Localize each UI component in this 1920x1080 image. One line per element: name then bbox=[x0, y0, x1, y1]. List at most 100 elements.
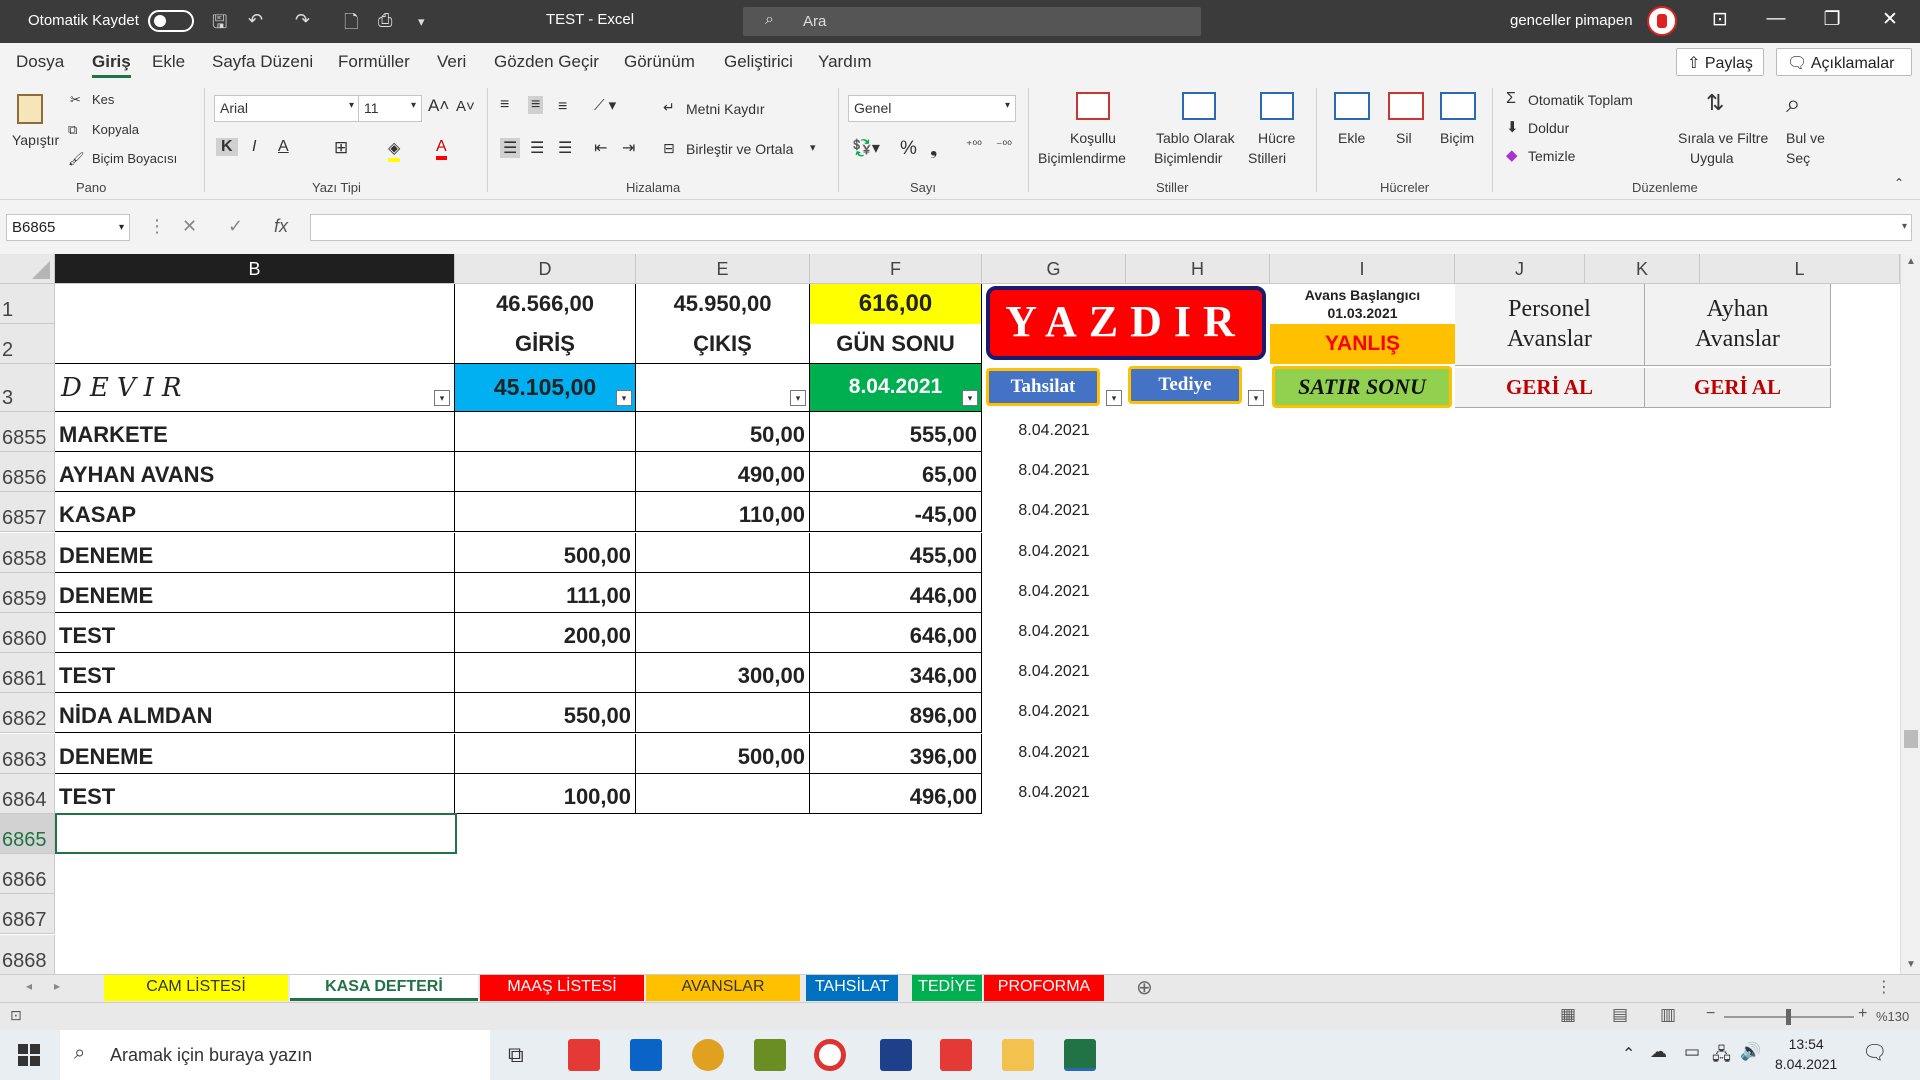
avatar[interactable] bbox=[1647, 6, 1677, 36]
sort-filter-label-1[interactable]: Sırala ve Filtre bbox=[1678, 130, 1768, 146]
zoom-slider[interactable] bbox=[1724, 1009, 1854, 1025]
cell-styles-label-2[interactable]: Stilleri bbox=[1248, 150, 1286, 166]
font-name-select[interactable]: Arial ▾ bbox=[214, 95, 360, 122]
cell-e[interactable] bbox=[636, 693, 810, 733]
increase-decimal-icon[interactable]: ⁺⁰⁰ bbox=[966, 138, 982, 152]
cell-d[interactable] bbox=[455, 412, 636, 452]
new-document-icon[interactable]: 🗋 bbox=[344, 10, 358, 40]
user-name[interactable]: genceller pimapen bbox=[1510, 12, 1633, 29]
row-header[interactable]: 6861 bbox=[0, 653, 55, 693]
cell-f1[interactable]: 616,00 bbox=[810, 284, 982, 324]
cell-f[interactable]: 346,00 bbox=[810, 653, 982, 693]
cell-g-date[interactable]: 8.04.2021 bbox=[982, 422, 1126, 440]
scroll-thumb[interactable] bbox=[1904, 730, 1918, 748]
delete-cells-icon[interactable] bbox=[1388, 92, 1424, 120]
zoom-level[interactable]: %130 bbox=[1876, 1009, 1909, 1024]
battery-icon[interactable]: ▭ bbox=[1684, 1042, 1700, 1062]
gg-app-icon[interactable] bbox=[568, 1039, 600, 1071]
collapse-ribbon-icon[interactable]: ⌃ bbox=[1894, 176, 1904, 190]
tab-veri[interactable]: Veri bbox=[437, 52, 466, 72]
cell-b[interactable]: TEST bbox=[55, 774, 455, 814]
normal-view-icon[interactable]: ▦ bbox=[1560, 1005, 1576, 1025]
sort-filter-icon[interactable]: ⇅ bbox=[1706, 90, 1724, 116]
cell-e1[interactable]: 45.950,00 bbox=[636, 284, 810, 324]
cell-g-date[interactable]: 8.04.2021 bbox=[982, 703, 1126, 721]
cell-d[interactable] bbox=[455, 492, 636, 532]
app-balls-icon[interactable] bbox=[692, 1039, 724, 1071]
personel-avanslar-button[interactable]: Personel Avanslar bbox=[1455, 284, 1645, 366]
row-header[interactable]: 6863 bbox=[0, 734, 55, 774]
column-header-f[interactable]: F bbox=[810, 254, 982, 284]
print-preview-icon[interactable]: ⎙ bbox=[378, 10, 392, 31]
row-header[interactable]: 6859 bbox=[0, 573, 55, 613]
currency-icon[interactable]: 💱▾ bbox=[852, 138, 880, 158]
delete-cells-button[interactable]: Sil bbox=[1396, 130, 1412, 146]
filter-dropdown-icon[interactable]: ▾ bbox=[1248, 390, 1264, 406]
cell-e[interactable]: 50,00 bbox=[636, 412, 810, 452]
row-header[interactable]: 6858 bbox=[0, 533, 55, 573]
volume-icon[interactable]: 🔊 bbox=[1740, 1042, 1761, 1062]
autosum-icon[interactable]: Σ bbox=[1506, 90, 1516, 108]
filter-dropdown-icon[interactable]: ▾ bbox=[1106, 390, 1122, 406]
paste-button[interactable]: Yapıştır bbox=[12, 132, 59, 148]
autosave-toggle[interactable] bbox=[148, 10, 194, 32]
fill-button[interactable]: Doldur bbox=[1528, 120, 1569, 136]
row-header[interactable]: 6868 bbox=[0, 935, 55, 974]
tediye-button[interactable]: Tediye bbox=[1128, 366, 1242, 404]
sheet-tab[interactable]: KASA DEFTERİ bbox=[290, 975, 478, 1001]
format-as-table-label-2[interactable]: Biçimlendir bbox=[1154, 150, 1222, 166]
geri-al-ayhan-button[interactable]: GERİ AL bbox=[1645, 368, 1831, 408]
row-header[interactable]: 6855 bbox=[0, 412, 55, 452]
row-header[interactable]: 6862 bbox=[0, 693, 55, 733]
worksheet-grid[interactable]: B D E F G H I J K L 1 2 3 46.566,00 GİRİ… bbox=[0, 254, 1900, 974]
macro-record-icon[interactable]: ⊡ bbox=[10, 1007, 22, 1024]
decrease-indent-icon[interactable]: ⇤ bbox=[594, 138, 607, 158]
increase-font-icon[interactable]: A˄ bbox=[428, 96, 449, 116]
font-size-select[interactable]: 11 ▾ bbox=[358, 95, 422, 122]
cell-d2[interactable]: GİRİŞ bbox=[455, 324, 636, 364]
column-header-g[interactable]: G bbox=[982, 254, 1126, 284]
cell-b[interactable]: AYHAN AVANS bbox=[55, 452, 455, 492]
cell-e[interactable] bbox=[636, 533, 810, 573]
geri-al-personel-button[interactable]: GERİ AL bbox=[1455, 368, 1645, 408]
tab-yardim[interactable]: Yardım bbox=[818, 52, 872, 72]
row-header[interactable]: 6860 bbox=[0, 613, 55, 653]
windows-start-icon[interactable] bbox=[18, 1044, 40, 1066]
tab-giris[interactable]: Giriş bbox=[92, 52, 131, 78]
row-header[interactable]: 3 bbox=[0, 364, 55, 412]
cell-b[interactable]: DENEME bbox=[55, 573, 455, 613]
add-sheet-icon[interactable]: ⊕ bbox=[1136, 975, 1153, 1000]
cut-button[interactable]: Kes bbox=[92, 92, 114, 107]
minimize-button[interactable]: — bbox=[1756, 8, 1796, 30]
row-header[interactable]: 6864 bbox=[0, 774, 55, 814]
comma-style-icon[interactable]: ❟ bbox=[930, 138, 937, 160]
font-color-icon[interactable]: A bbox=[436, 138, 447, 160]
cell-g-date[interactable]: 8.04.2021 bbox=[982, 663, 1126, 681]
conditional-format-label-2[interactable]: Biçimlendirme bbox=[1038, 150, 1126, 166]
row-header[interactable]: 6867 bbox=[0, 894, 55, 934]
sheet-tab[interactable]: AVANSLAR bbox=[646, 975, 800, 1001]
file-explorer-icon[interactable] bbox=[1002, 1039, 1034, 1071]
format-as-table-icon[interactable] bbox=[1182, 92, 1216, 120]
fill-icon[interactable]: ⬇ bbox=[1506, 118, 1519, 136]
clear-icon[interactable]: ◆ bbox=[1506, 146, 1518, 164]
more-options-icon[interactable]: ⋮ bbox=[1876, 977, 1892, 997]
merge-icon[interactable]: ⊟ bbox=[663, 140, 675, 157]
find-select-icon[interactable]: ⌕ bbox=[1786, 88, 1801, 120]
save-icon[interactable]: 🖫 bbox=[212, 10, 227, 40]
cell-f[interactable]: 555,00 bbox=[810, 412, 982, 452]
cell-d[interactable] bbox=[455, 734, 636, 774]
zoom-out-icon[interactable]: − bbox=[1706, 1005, 1715, 1023]
paste-icon[interactable] bbox=[17, 94, 43, 124]
ribbon-display-icon[interactable]: ⊡ bbox=[1700, 8, 1740, 31]
satir-sonu-button[interactable]: SATIR SONU bbox=[1272, 366, 1452, 408]
scroll-up-icon[interactable]: ▲ bbox=[1906, 256, 1916, 267]
cell-f3[interactable]: 8.04.2021 bbox=[810, 364, 982, 412]
underline-button[interactable]: A bbox=[278, 138, 289, 156]
next-sheet-icon[interactable]: ▸ bbox=[54, 979, 60, 993]
cell-f[interactable]: 646,00 bbox=[810, 613, 982, 653]
find-select-label-1[interactable]: Bul ve bbox=[1786, 130, 1825, 146]
cell-d1[interactable]: 46.566,00 bbox=[455, 284, 636, 324]
align-bottom-icon[interactable]: ≡ bbox=[558, 98, 567, 116]
filter-dropdown-icon[interactable]: ▾ bbox=[962, 390, 978, 406]
